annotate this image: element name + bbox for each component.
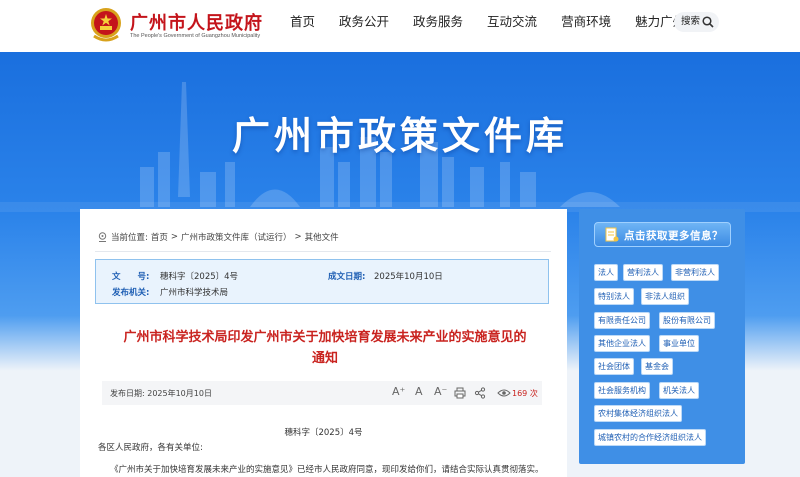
- breadcrumb-separator: >: [170, 232, 179, 242]
- doc-date-value: 2025年10月10日: [374, 272, 443, 282]
- breadcrumb: 当前位置: 首页 > 广州市政策文件库（试运行） > 其他文件: [98, 231, 342, 243]
- site-header: 广州市人民政府 The People's Government of Guang…: [0, 0, 800, 52]
- tag-unincorporated-org[interactable]: 非法人组织: [641, 288, 689, 305]
- publish-date: 发布日期: 2025年10月10日: [110, 389, 212, 398]
- nav-item-interaction[interactable]: 互动交流: [475, 0, 549, 52]
- tag-cooperative-economic-org[interactable]: 城镇农村的合作经济组织法人: [594, 429, 706, 446]
- doc-number-label: 文 号:: [112, 272, 150, 282]
- nav-item-home[interactable]: 首页: [278, 0, 327, 52]
- document-number-line: 穗科字〔2025〕4号: [284, 428, 363, 438]
- tag-nonprofit-legal-person[interactable]: 非营利法人: [671, 264, 719, 281]
- doc-org-label: 发布机关:: [112, 288, 150, 298]
- tag-rural-collective-org[interactable]: 农村集体经济组织法人: [594, 405, 682, 422]
- tag-social-service-org[interactable]: 社会服务机构: [594, 382, 650, 399]
- nav-item-gov-affairs[interactable]: 政务公开: [327, 0, 401, 52]
- breadcrumb-prefix: 当前位置:: [111, 233, 148, 243]
- view-count-unit: 次: [529, 389, 538, 398]
- view-count-value: 169: [512, 389, 528, 398]
- tag-foundation[interactable]: 基金会: [641, 358, 673, 375]
- search-label: 搜索: [681, 16, 701, 27]
- view-count: 169 次: [512, 388, 538, 399]
- search-button[interactable]: 搜索: [674, 12, 719, 32]
- tag-profit-legal-person[interactable]: 营利法人: [623, 264, 663, 281]
- font-increase-button[interactable]: A⁺: [392, 385, 405, 398]
- breadcrumb-policy-library[interactable]: 广州市政策文件库（试运行）: [181, 231, 292, 243]
- tag-joint-stock-company[interactable]: 股份有限公司: [659, 312, 715, 329]
- banner-title: 广州市政策文件库: [231, 113, 568, 158]
- more-info-label: 点击获取更多信息？: [624, 230, 723, 242]
- national-emblem-icon[interactable]: [88, 6, 124, 44]
- document-salutation: 各区人民政府，各有关单位:: [98, 443, 203, 453]
- divider: [95, 251, 551, 252]
- main-nav: 首页 政务公开 政务服务 互动交流 营商环境 魅力广州: [278, 0, 697, 52]
- document-info-box: 文 号: 穗科字〔2025〕4号 成文日期: 2025年10月10日 发布机关:…: [95, 259, 549, 304]
- document-icon: [605, 227, 619, 242]
- doc-number-value: 穗科字〔2025〕4号: [160, 272, 239, 282]
- tag-social-group[interactable]: 社会团体: [594, 358, 634, 375]
- tag-public-institution[interactable]: 事业单位: [659, 335, 699, 352]
- document-title: 广州市科学技术局印发广州市关于加快培育发展未来产业的实施意见的通知: [123, 330, 527, 366]
- tag-government-legal-person[interactable]: 机关法人: [659, 382, 699, 399]
- document-toolbar: 发布日期: 2025年10月10日 A⁺ A A⁻ 169 次: [102, 381, 542, 405]
- location-pin-icon: [98, 232, 107, 242]
- font-normal-button[interactable]: A: [415, 385, 423, 398]
- side-info-panel: 点击获取更多信息？ 法人 营利法人 非营利法人 特别法人 非法人组织 有限责任公…: [579, 209, 745, 464]
- tag-legal-person[interactable]: 法人: [594, 264, 618, 281]
- nav-item-services[interactable]: 政务服务: [401, 0, 475, 52]
- document-card: 当前位置: 首页 > 广州市政策文件库（试运行） > 其他文件 文 号: 穗科字…: [80, 209, 567, 477]
- site-title[interactable]: 广州市人民政府: [130, 9, 263, 35]
- breadcrumb-home[interactable]: 首页: [151, 231, 168, 243]
- doc-date-label: 成文日期:: [328, 272, 366, 282]
- font-decrease-button[interactable]: A⁻: [434, 385, 447, 398]
- nav-item-business[interactable]: 营商环境: [549, 0, 623, 52]
- tag-other-enterprise[interactable]: 其他企业法人: [594, 335, 650, 352]
- share-icon[interactable]: [474, 387, 486, 399]
- doc-org-value: 广州市科学技术局: [160, 288, 229, 298]
- views-eye-icon: [497, 389, 511, 397]
- breadcrumb-separator: >: [294, 232, 302, 242]
- print-icon[interactable]: [454, 387, 466, 399]
- tag-special-legal-person[interactable]: 特别法人: [594, 288, 634, 305]
- document-body-text: 《广州市关于加快培育发展未来产业的实施意见》已经市人民政府同意，现印发给你们，请…: [110, 465, 544, 475]
- search-icon: [702, 16, 714, 28]
- breadcrumb-other-files[interactable]: 其他文件: [305, 231, 339, 243]
- tag-limited-company[interactable]: 有限责任公司: [594, 312, 650, 329]
- site-subtitle: The People's Government of Guangzhou Mun…: [130, 33, 261, 39]
- more-info-button[interactable]: 点击获取更多信息？: [594, 222, 731, 247]
